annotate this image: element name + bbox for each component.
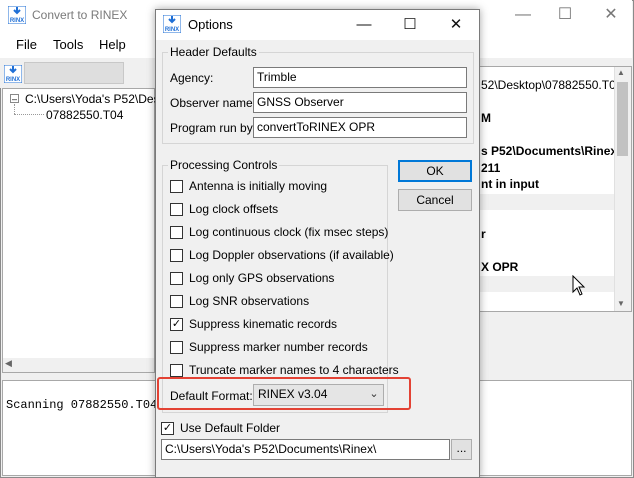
processing-option-checkbox[interactable] <box>170 364 183 377</box>
maximize-icon[interactable]: ☐ <box>550 0 580 30</box>
tree-file-item[interactable]: 07882550.T04 <box>46 108 123 122</box>
processing-option-row[interactable]: Log clock offsets <box>170 201 385 219</box>
processing-option-row[interactable]: Log SNR observations <box>170 293 385 311</box>
processing-option-row[interactable]: Log only GPS observations <box>170 270 385 288</box>
use-default-folder-label: Use Default Folder <box>180 421 281 435</box>
tree-horizontal-scrollbar[interactable] <box>3 358 154 372</box>
cancel-button[interactable]: Cancel <box>398 189 472 211</box>
file-tree[interactable] <box>2 88 155 373</box>
close-icon[interactable]: ✕ <box>438 10 474 40</box>
menu-tools[interactable]: Tools <box>53 37 83 52</box>
tree-root-folder[interactable]: C:\Users\Yoda's P52\Deskt <box>25 92 155 106</box>
svg-text:RINX: RINX <box>165 27 179 33</box>
processing-option-row[interactable]: ✓ Suppress kinematic records <box>170 316 385 334</box>
program-run-by-field[interactable]: convertToRINEX OPR <box>253 117 467 138</box>
svg-text:RINX: RINX <box>6 77 20 83</box>
details-line: 211 <box>481 160 501 175</box>
rinex-app-icon: RINX <box>163 15 181 33</box>
details-line: M <box>481 111 491 125</box>
processing-option-checkbox[interactable] <box>170 203 183 216</box>
observer-name-field[interactable]: GNSS Observer <box>253 92 467 113</box>
rinex-convert-icon[interactable]: RINX <box>4 65 22 83</box>
details-line <box>479 128 615 144</box>
processing-option-label: Log Doppler observations (if available) <box>189 248 394 262</box>
processing-option-label: Suppress marker number records <box>189 340 368 354</box>
scroll-left-icon[interactable]: ◀ <box>5 358 12 369</box>
processing-option-checkbox[interactable] <box>170 249 183 262</box>
processing-option-row[interactable]: Antenna is initially moving <box>170 178 385 196</box>
log-message: Scanning 07882550.T04 <box>6 398 158 412</box>
tree-connector <box>14 114 44 115</box>
svg-text:RINX: RINX <box>10 18 24 24</box>
processing-option-checkbox[interactable] <box>170 180 183 193</box>
details-line <box>479 95 615 111</box>
details-line <box>479 293 615 309</box>
details-line <box>479 243 615 259</box>
header-defaults-title: Header Defaults <box>168 45 259 59</box>
toolbar-field[interactable] <box>24 62 124 84</box>
processing-option-row[interactable]: Log continuous clock (fix msec steps) <box>170 224 389 242</box>
close-icon[interactable]: ✕ <box>596 0 626 30</box>
details-line <box>479 210 615 226</box>
agency-label: Agency: <box>170 71 214 85</box>
details-line: 52\Desktop\07882550.T04 <box>481 78 615 92</box>
processing-option-label: Suppress kinematic records <box>189 317 338 331</box>
default-folder-path-field[interactable]: C:\Users\Yoda's P52\Documents\Rinex\ <box>161 439 450 460</box>
mouse-cursor-icon <box>572 275 586 296</box>
scroll-up-icon[interactable]: ▲ <box>617 68 625 77</box>
processing-option-checkbox[interactable] <box>170 295 183 308</box>
program-run-by-label: Program run by: <box>170 121 257 135</box>
use-default-folder-row[interactable]: ✓ Use Default Folder <box>161 420 361 438</box>
processing-option-row[interactable]: Log Doppler observations (if available) <box>170 247 394 265</box>
processing-option-label: Truncate marker names to 4 characters <box>189 363 399 377</box>
details-line <box>479 276 615 292</box>
processing-option-label: Log clock offsets <box>189 202 279 216</box>
highlight-box <box>157 377 411 410</box>
processing-option-checkbox[interactable]: ✓ <box>170 318 183 331</box>
processing-option-label: Log continuous clock (fix msec steps) <box>189 225 389 239</box>
details-line <box>479 193 615 210</box>
tree-connector <box>14 104 15 114</box>
collapse-icon[interactable]: – <box>10 94 19 104</box>
menu-help[interactable]: Help <box>99 37 126 52</box>
details-line: X OPR <box>481 259 519 274</box>
observer-name-label: Observer name: <box>170 96 257 110</box>
maximize-icon[interactable]: ☐ <box>392 10 428 40</box>
main-window-title: Convert to RINEX <box>32 8 128 22</box>
processing-option-label: Log only GPS observations <box>189 271 335 285</box>
dialog-title: Options <box>188 17 233 32</box>
scroll-down-icon[interactable]: ▼ <box>617 299 625 308</box>
processing-option-label: Antenna is initially moving <box>189 179 328 193</box>
minimize-icon[interactable]: — <box>508 0 538 30</box>
processing-option-checkbox[interactable] <box>170 226 183 239</box>
processing-option-checkbox[interactable] <box>170 341 183 354</box>
minimize-icon[interactable]: — <box>346 10 382 40</box>
processing-option-row[interactable]: Suppress marker number records <box>170 339 385 357</box>
agency-field[interactable]: Trimble <box>253 67 467 88</box>
use-default-folder-checkbox[interactable]: ✓ <box>161 422 174 435</box>
browse-button[interactable]: ... <box>451 439 472 460</box>
details-pane: 52\Desktop\07882550.T04 Ms P52\Documents\… <box>478 66 632 312</box>
rinex-app-icon: RINX <box>8 6 26 24</box>
processing-option-label: Log SNR observations <box>189 294 310 308</box>
details-line: r <box>481 226 486 241</box>
details-line: s P52\Documents\Rinex <box>481 144 615 158</box>
scrollbar-thumb[interactable] <box>617 82 628 156</box>
processing-option-checkbox[interactable] <box>170 272 183 285</box>
details-line: nt in input <box>481 177 539 191</box>
menu-file[interactable]: File <box>16 37 37 52</box>
ok-button[interactable]: OK <box>398 160 472 182</box>
processing-controls-title: Processing Controls <box>168 158 280 172</box>
